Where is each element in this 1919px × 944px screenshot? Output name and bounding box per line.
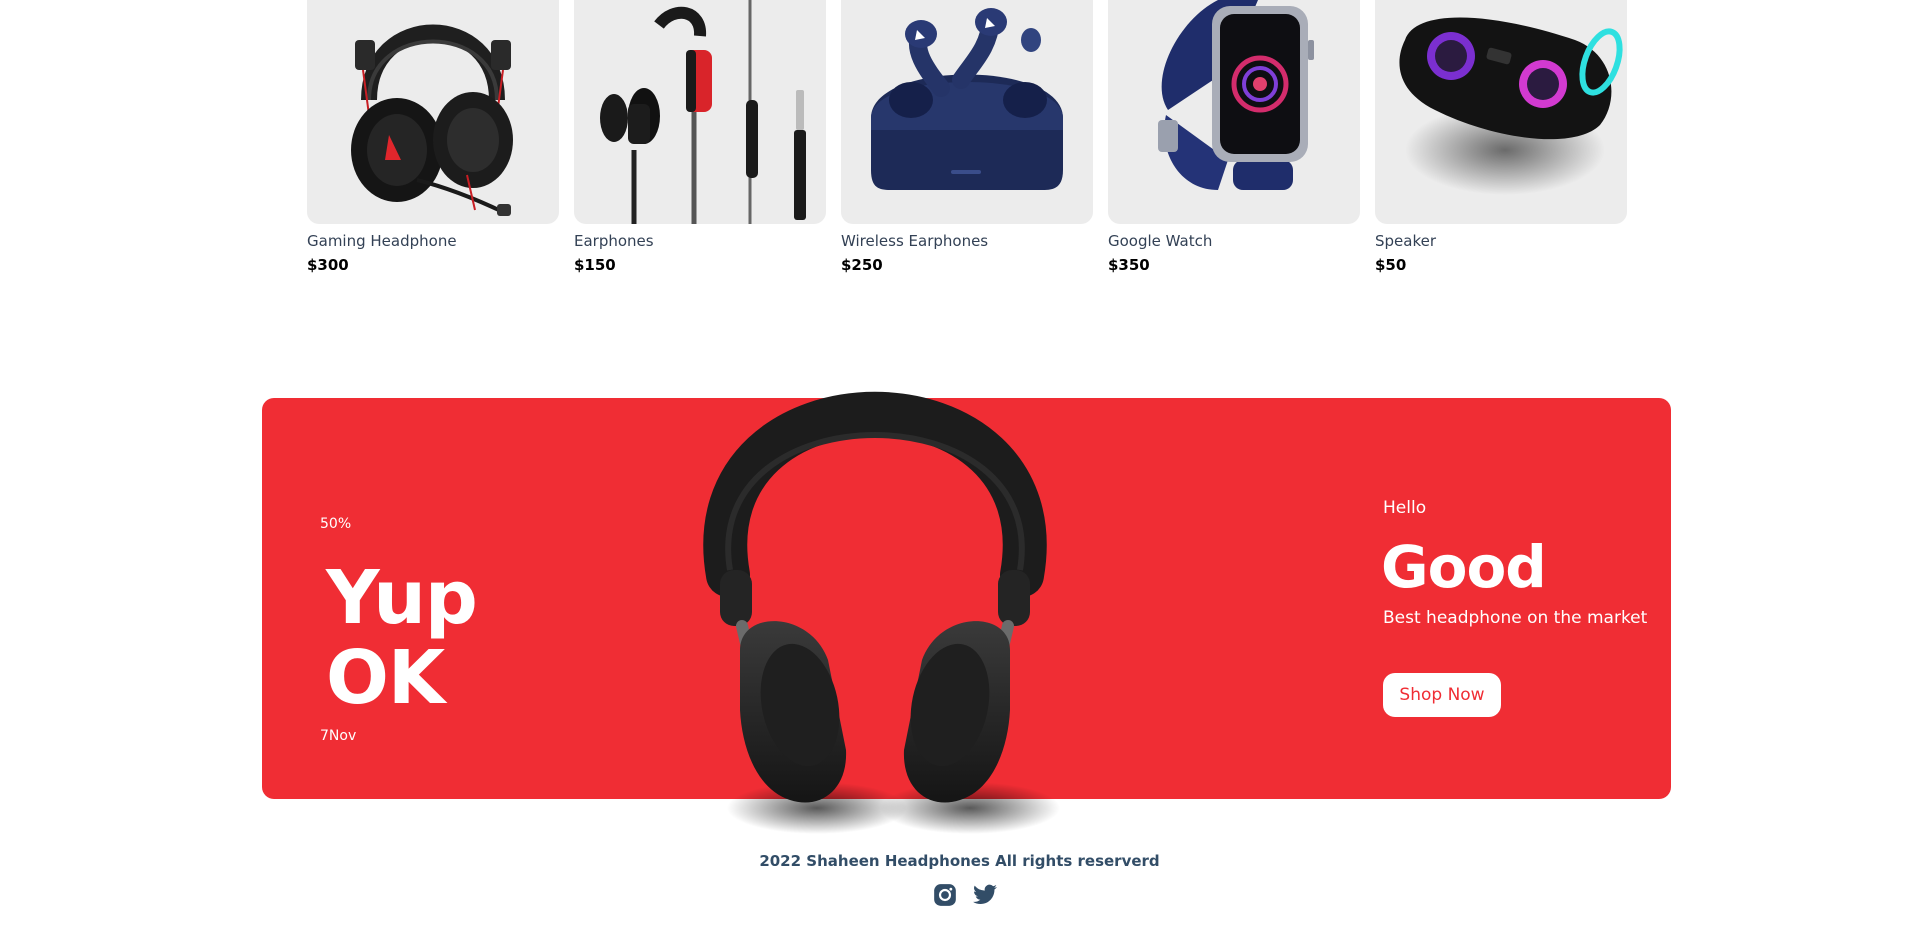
gaming-headphone-image xyxy=(351,24,513,216)
footer-copyright: 2022 Shaheen Headphones All rights reser… xyxy=(759,852,1160,870)
product-image[interactable] xyxy=(841,0,1093,224)
twitter-icon[interactable] xyxy=(972,882,998,908)
banner-description: Best headphone on the market xyxy=(1383,608,1648,628)
banner-mid-text: Good xyxy=(1381,533,1547,601)
smart-watch-image xyxy=(1158,0,1314,190)
products-row: Gaming Headphone $300 Earphones $150 Wir… xyxy=(307,0,1627,275)
headphones-image xyxy=(703,391,1060,834)
instagram-icon[interactable] xyxy=(932,882,958,908)
product-price: $350 xyxy=(1108,256,1150,274)
product-image[interactable] xyxy=(307,0,559,224)
speaker-image xyxy=(1399,17,1623,195)
product-card[interactable]: Google Watch $350 xyxy=(1108,0,1360,275)
product-price: $50 xyxy=(1375,256,1407,274)
product-price: $250 xyxy=(841,256,883,274)
product-name: Earphones xyxy=(574,232,654,250)
product-image[interactable] xyxy=(1375,0,1627,224)
large-text-1: Yup xyxy=(326,555,478,641)
page: Gaming Headphone $300 Earphones $150 Wir… xyxy=(0,0,1919,944)
earphones-image xyxy=(600,0,806,224)
sale-time: 7Nov xyxy=(320,728,357,744)
product-card[interactable]: Gaming Headphone $300 xyxy=(307,0,559,275)
product-image[interactable] xyxy=(1108,0,1360,224)
product-price: $300 xyxy=(307,256,349,274)
large-text-2: OK xyxy=(326,635,445,721)
product-image[interactable] xyxy=(574,0,826,224)
product-name: Speaker xyxy=(1375,232,1437,250)
banner-small-text: Hello xyxy=(1383,498,1427,518)
product-card[interactable]: Wireless Earphones $250 xyxy=(841,0,1093,275)
product-name: Wireless Earphones xyxy=(841,232,989,250)
product-name: Gaming Headphone xyxy=(307,232,457,250)
product-price: $150 xyxy=(574,256,616,274)
product-card[interactable]: Earphones $150 xyxy=(574,0,826,275)
footer-social-icons xyxy=(932,882,998,908)
product-card[interactable]: Speaker $50 xyxy=(1375,0,1627,275)
product-name: Google Watch xyxy=(1108,232,1213,250)
shop-now-button[interactable]: Shop Now xyxy=(1383,673,1501,717)
wireless-earphones-image xyxy=(871,8,1063,190)
discount-text: 50% xyxy=(320,516,352,532)
